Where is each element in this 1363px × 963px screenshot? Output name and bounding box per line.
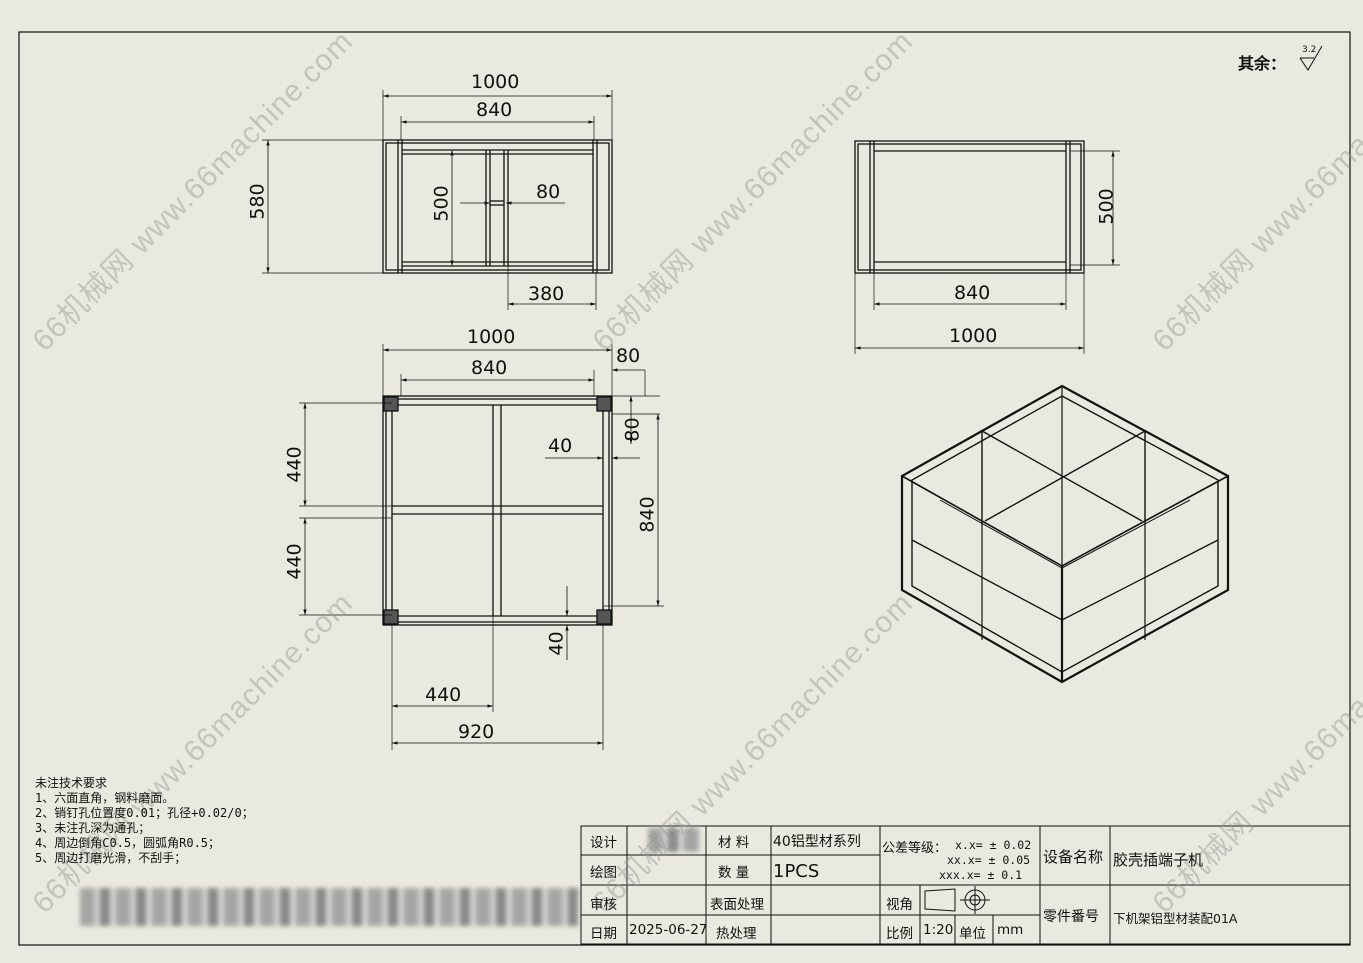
unit-value: mm [997, 922, 1024, 938]
note-line: 2、销钉孔位置度0.01；孔径+0.02/0； [35, 806, 254, 820]
side-dim-height: 500 [1095, 188, 1118, 225]
roughness-label: 其余： [1238, 54, 1287, 73]
note-line: 1、六面直角，钢料磨面。 [35, 791, 175, 805]
front-dim-width: 1000 [471, 71, 520, 93]
roughness-value: 3.2 [1302, 45, 1317, 55]
top-dim-corner-v: 80 [621, 417, 644, 442]
top-dim-920: 920 [458, 721, 495, 743]
review-label: 审核 [590, 897, 617, 913]
notes-title: 未注技术要求 [35, 776, 108, 790]
material-label: 材 料 [718, 835, 750, 851]
view-label: 视角 [886, 897, 913, 913]
quantity-value: 1PCS [773, 861, 820, 882]
equipment-value: 胶壳插端子机 [1113, 851, 1204, 869]
tolerance-1: x.x= ± 0.02 [955, 838, 1032, 852]
scale-label: 比例 [886, 926, 913, 942]
date-value: 2025-06-27 [629, 922, 708, 938]
quantity-label: 数 量 [718, 865, 750, 881]
top-dim-440-h: 440 [425, 684, 462, 706]
top-dim-40-bottom: 40 [545, 631, 568, 656]
top-dim-width: 1000 [467, 326, 516, 348]
part-label: 零件番号 [1043, 909, 1099, 925]
front-dim-offset: 380 [528, 283, 565, 305]
design-label: 设计 [590, 835, 617, 851]
redacted-company [80, 888, 578, 926]
side-dim-inner: 840 [954, 282, 991, 304]
top-dim-corner: 80 [616, 345, 641, 367]
technical-notes: 未注技术要求 1、六面直角，钢料磨面。 2、销钉孔位置度0.01；孔径+0.02… [35, 776, 254, 866]
drawing-label: 绘图 [590, 865, 617, 881]
tolerance-label: 公差等级： [882, 841, 948, 856]
scale-value: 1:20 [923, 922, 954, 938]
top-dim-440-top: 440 [283, 446, 306, 483]
top-dim-440-bottom: 440 [283, 543, 306, 580]
part-value: 下机架铝型材装配01A [1113, 911, 1238, 926]
tolerance-2: xx.x= ± 0.05 [947, 853, 1031, 867]
front-dim-height: 580 [246, 183, 269, 220]
material-value: 40铝型材系列 [773, 834, 861, 850]
note-line: 3、未注孔深为通孔； [35, 821, 151, 835]
top-dim-840: 840 [636, 496, 659, 533]
front-dim-inner: 840 [476, 99, 513, 121]
side-dim-width: 1000 [949, 325, 998, 347]
front-dim-gap: 80 [536, 181, 561, 203]
note-line: 4、周边倒角C0.5，圆弧角R0.5； [35, 836, 221, 850]
date-label: 日期 [590, 926, 617, 942]
note-line: 5、周边打磨光滑，不刮手； [35, 851, 187, 865]
front-dim-inner-height: 500 [430, 185, 453, 222]
top-dim-inner: 840 [471, 357, 508, 379]
top-dim-40: 40 [548, 435, 573, 457]
tolerance-3: xxx.x= ± 0.1 [939, 868, 1023, 882]
surface-label: 表面处理 [710, 897, 764, 913]
unit-label: 单位 [959, 926, 986, 942]
heat-label: 热处理 [716, 926, 757, 942]
equipment-label: 设备名称 [1043, 848, 1104, 866]
